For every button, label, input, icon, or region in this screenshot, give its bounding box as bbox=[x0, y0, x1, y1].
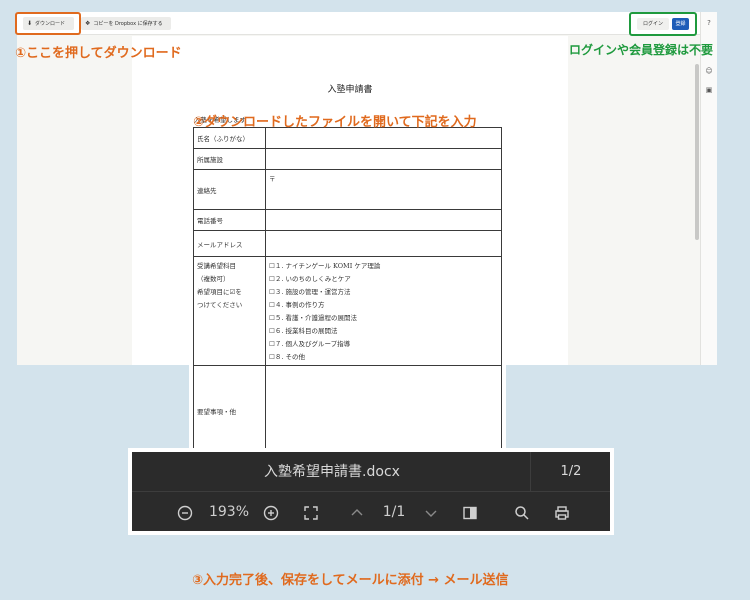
table-row: 氏名（ふりがな） bbox=[193, 127, 502, 149]
step1-annotation: ①ここを押してダウンロード bbox=[15, 46, 182, 61]
save-copy-to-dropbox-button[interactable]: ❖ コピーを Dropbox に保存する bbox=[81, 17, 171, 30]
search-button[interactable] bbox=[509, 493, 535, 531]
login-note-annotation: ログインや会員登録は不要 bbox=[569, 43, 714, 57]
page-count: 1/2 bbox=[560, 464, 582, 479]
viewer-control-bar: 入塾希望申請書.docx 1/2 193% 1/1 bbox=[132, 452, 610, 531]
email-field bbox=[265, 230, 502, 257]
chevron-down-icon bbox=[425, 510, 437, 517]
postal-mark: 〒 bbox=[269, 175, 276, 183]
course-list: ☐１. ナイチンゲール KOMI ケア理論 ☐２. いのちのしくみとケア ☐３.… bbox=[265, 256, 502, 366]
fullscreen-icon bbox=[304, 505, 318, 520]
zoom-in-button[interactable] bbox=[258, 493, 284, 531]
chevron-up-icon bbox=[351, 508, 363, 515]
download-highlight-box bbox=[15, 12, 81, 35]
course-label-line: 受講希望科目 bbox=[197, 262, 236, 270]
zoom-in-icon bbox=[263, 505, 279, 520]
zoom-level[interactable]: 193% bbox=[204, 493, 254, 531]
course-item: ☐４. 事例の作り方 bbox=[269, 301, 325, 309]
right-rail: ? ☺ ▣ bbox=[700, 12, 717, 365]
header-divider bbox=[530, 452, 531, 492]
scrollbar-thumb[interactable] bbox=[695, 64, 699, 240]
search-icon bbox=[515, 505, 529, 520]
course-label-line: （複数可） bbox=[197, 275, 230, 283]
top-toolbar: ⬇ ダウンロード ❖ コピーを Dropbox に保存する ログイン 登録 bbox=[17, 12, 700, 35]
comment-icon[interactable]: ☺ bbox=[704, 66, 714, 76]
viewer-panel: 入塾希望申請書.docx 1/2 193% 1/1 bbox=[128, 448, 614, 535]
facility-label: 所属施設 bbox=[193, 148, 266, 170]
login-highlight-box bbox=[629, 12, 697, 36]
course-item: ☐６. 授業科目の展開法 bbox=[269, 327, 338, 335]
course-item: ☐３. 施設の管理・運営方法 bbox=[269, 288, 351, 296]
course-item: ☐５. 看護・介護過程の展開法 bbox=[269, 314, 357, 322]
name-field bbox=[265, 127, 502, 149]
zoom-out-button[interactable] bbox=[172, 493, 198, 531]
dropbox-icon: ❖ bbox=[85, 20, 91, 27]
document-title: 入塾申請書 bbox=[327, 85, 373, 95]
fullscreen-button[interactable] bbox=[298, 493, 324, 531]
table-row: 要望事項・他 bbox=[193, 365, 502, 456]
print-button[interactable] bbox=[549, 493, 575, 531]
facility-field bbox=[265, 148, 502, 170]
requests-label: 要望事項・他 bbox=[193, 365, 266, 456]
course-label-line: つけてください bbox=[197, 301, 243, 309]
course-label: 受講希望科目 （複数可） 希望項目に☑を つけてください bbox=[193, 256, 266, 366]
course-label-line: 希望項目に☑を bbox=[197, 288, 242, 296]
print-icon bbox=[555, 505, 569, 520]
course-item: ☐１. ナイチンゲール KOMI ケア理論 bbox=[269, 262, 381, 270]
contact-field: 〒 bbox=[265, 169, 502, 210]
step2-annotation: ②ダウンロードしたファイルを開いて下記を入力 bbox=[193, 115, 477, 130]
next-page-button[interactable] bbox=[418, 493, 444, 531]
phone-field bbox=[265, 209, 502, 231]
info-icon[interactable]: ▣ bbox=[704, 85, 714, 95]
previous-page-button[interactable] bbox=[344, 493, 370, 531]
zoom-out-icon bbox=[177, 505, 193, 520]
course-item: ☐２. いのちのしくみとケア bbox=[269, 275, 351, 283]
email-label: メールアドレス bbox=[193, 230, 266, 257]
table-row: メールアドレス bbox=[193, 230, 502, 257]
course-item: ☐８. その他 bbox=[269, 353, 305, 361]
viewer-header: 入塾希望申請書.docx 1/2 bbox=[132, 452, 610, 492]
table-row: 受講希望科目 （複数可） 希望項目に☑を つけてください ☐１. ナイチンゲール… bbox=[193, 256, 502, 366]
copy-label: コピーを Dropbox に保存する bbox=[93, 21, 163, 27]
step3-annotation: ③入力完了後、保存をしてメールに添付 → メール送信 bbox=[192, 573, 509, 588]
file-name: 入塾希望申請書.docx bbox=[264, 464, 400, 480]
sidebar-icon bbox=[463, 506, 477, 519]
application-form-table: 氏名（ふりがな） 所属施設 連絡先 〒 電話番号 メールアドレス 受講希望科目 … bbox=[193, 127, 502, 456]
course-item: ☐７. 個人及びグループ指導 bbox=[269, 340, 351, 348]
name-label: 氏名（ふりがな） bbox=[193, 127, 266, 149]
phone-label: 電話番号 bbox=[193, 209, 266, 231]
table-row: 電話番号 bbox=[193, 209, 502, 231]
table-row: 所属施設 bbox=[193, 148, 502, 170]
page-indicator: 1/1 bbox=[382, 504, 406, 520]
requests-field bbox=[265, 365, 502, 456]
contact-label: 連絡先 bbox=[193, 169, 266, 210]
help-icon[interactable]: ? bbox=[704, 18, 714, 28]
sidebar-toggle-button[interactable] bbox=[457, 493, 483, 531]
table-row: 連絡先 〒 bbox=[193, 169, 502, 210]
